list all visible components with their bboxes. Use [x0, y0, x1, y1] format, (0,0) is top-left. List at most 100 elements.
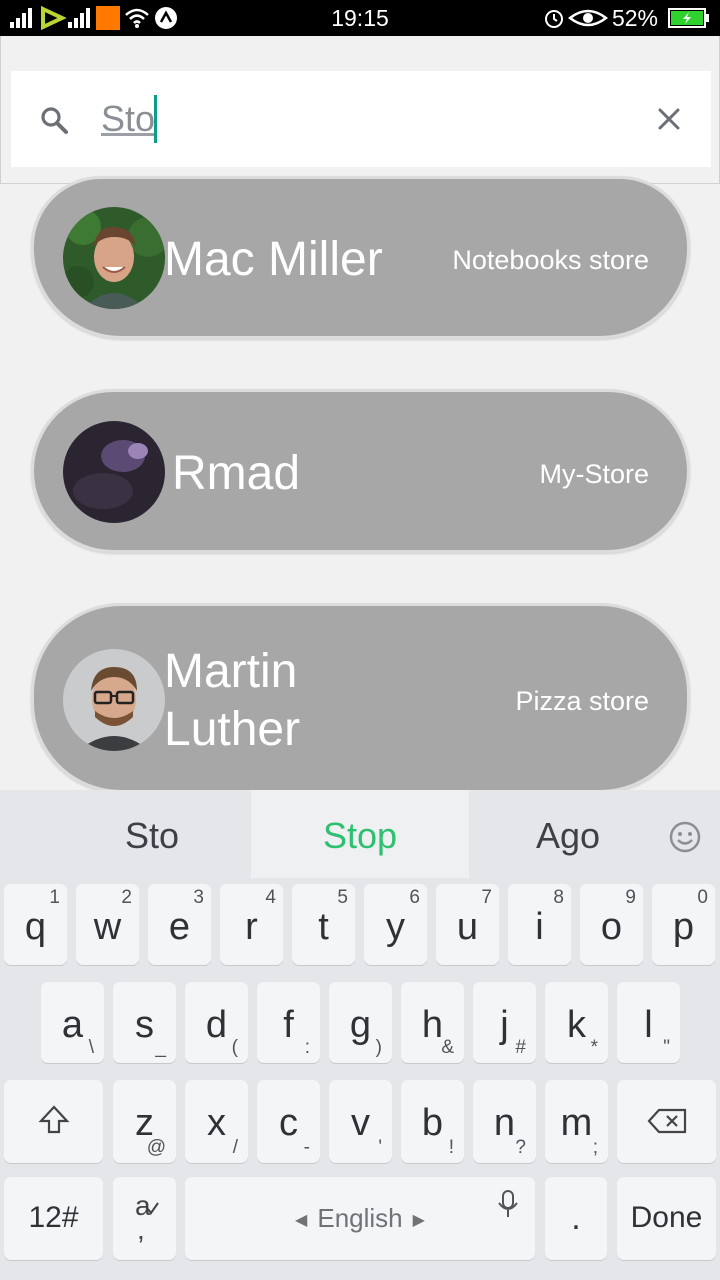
result-card[interactable]: Martin Luther Pizza store	[31, 603, 690, 793]
key-letter: q	[24, 906, 47, 948]
search-box[interactable]	[11, 71, 711, 167]
space-language: English	[317, 1203, 403, 1233]
microphone-icon	[498, 1190, 518, 1217]
language-switch-key[interactable]: a ,	[113, 1177, 176, 1260]
key-h[interactable]: h &	[401, 982, 464, 1063]
key-letter: o	[600, 906, 623, 948]
soft-keyboard: Sto Stop Ago q1w2e3r4t5y6u7i8o9p0 a \ s _ d(…	[0, 790, 720, 1280]
key-l[interactable]: l "	[617, 982, 680, 1063]
done-key-label: Done	[630, 1201, 703, 1234]
suggestion-item[interactable]: Sto	[44, 790, 260, 878]
key-secondary: 7	[481, 887, 492, 908]
key-i[interactable]: i8	[508, 884, 571, 965]
key-secondary: \	[88, 1037, 94, 1058]
chevron-right-icon: ▶	[412, 1212, 425, 1230]
key-t[interactable]: t5	[292, 884, 355, 965]
key-secondary: &	[441, 1037, 454, 1058]
key-secondary: 2	[121, 887, 132, 908]
key-secondary: 3	[193, 887, 204, 908]
key-r[interactable]: r4	[220, 884, 283, 965]
key-letter: m	[560, 1102, 593, 1144]
key-secondary: 9	[625, 887, 636, 908]
key-letter: b	[421, 1102, 444, 1144]
eye-icon	[568, 9, 608, 27]
clear-search-icon[interactable]	[657, 107, 681, 131]
key-a[interactable]: a \	[41, 982, 104, 1063]
key-v[interactable]: v '	[329, 1080, 392, 1163]
screen: 19:15 52% Sto Mac Miller Notebooks store…	[0, 0, 720, 1280]
search-input[interactable]	[101, 93, 621, 145]
result-card[interactable]: Mac Miller Notebooks store	[31, 176, 690, 339]
key-secondary: /	[232, 1137, 238, 1158]
key-d[interactable]: d(	[185, 982, 248, 1063]
key-x[interactable]: x /	[185, 1080, 248, 1163]
key-q[interactable]: q1	[4, 884, 67, 965]
key-letter: k	[567, 1004, 586, 1046]
key-m[interactable]: m;	[545, 1080, 608, 1163]
shift-icon	[38, 1105, 70, 1134]
backspace-key[interactable]	[617, 1080, 716, 1163]
key-j[interactable]: j #	[473, 982, 536, 1063]
shift-key[interactable]	[4, 1080, 103, 1163]
key-u[interactable]: u7	[436, 884, 499, 965]
key-secondary: )	[375, 1037, 382, 1058]
contact-name: Rmad	[172, 447, 301, 500]
key-letter: n	[493, 1102, 516, 1144]
man-with-glasses-avatar	[63, 649, 165, 751]
key-s[interactable]: s _	[113, 982, 176, 1063]
key-secondary: 1	[49, 887, 60, 908]
key-p[interactable]: p0	[652, 884, 715, 965]
key-secondary: 0	[697, 887, 708, 908]
key-secondary: 4	[265, 887, 276, 908]
key-secondary: "	[663, 1037, 670, 1058]
space-key-label: ◀ English ▶	[185, 1203, 535, 1234]
space-key[interactable]: ◀ English ▶	[185, 1177, 535, 1260]
store-name: Notebooks store	[452, 245, 649, 275]
result-card[interactable]: Rmad My-Store	[31, 389, 690, 553]
contact-name: Mac Miller	[164, 233, 383, 286]
man-smiling-avatar	[63, 207, 165, 309]
key-letter: s	[135, 1004, 154, 1046]
search-icon	[41, 107, 68, 134]
numbers-key-label: 12#	[28, 1201, 79, 1234]
key-e[interactable]: e3	[148, 884, 211, 965]
key-secondary: '	[378, 1137, 382, 1158]
key-y[interactable]: y6	[364, 884, 427, 965]
key-letter: u	[456, 906, 479, 948]
key-letter: i	[535, 906, 544, 948]
key-k[interactable]: k *	[545, 982, 608, 1063]
key-letter: y	[386, 906, 405, 948]
period-key-label: .	[571, 1199, 581, 1237]
key-letter: d	[205, 1004, 228, 1046]
key-secondary: _	[155, 1037, 166, 1058]
key-b[interactable]: b!	[401, 1080, 464, 1163]
svg-text:,: ,	[137, 1214, 145, 1245]
key-z[interactable]: z @	[113, 1080, 176, 1163]
battery-icon	[668, 8, 709, 28]
key-secondary: (	[231, 1037, 238, 1058]
done-key[interactable]: Done	[617, 1177, 716, 1260]
key-secondary: 8	[553, 887, 564, 908]
emoji-icon[interactable]	[668, 820, 702, 854]
key-secondary: ?	[515, 1137, 526, 1158]
key-f[interactable]: f:	[257, 982, 320, 1063]
key-letter: p	[672, 906, 695, 948]
key-letter: w	[93, 906, 122, 948]
key-g[interactable]: g)	[329, 982, 392, 1063]
numbers-key[interactable]: 12#	[4, 1177, 103, 1260]
key-letter: l	[644, 1004, 653, 1046]
key-o[interactable]: o9	[580, 884, 643, 965]
language-switch-icon: a ,	[135, 1191, 159, 1245]
period-key[interactable]: .	[545, 1177, 607, 1260]
key-letter: e	[168, 906, 191, 948]
key-secondary: 5	[337, 887, 348, 908]
suggestion-item[interactable]: Ago	[460, 790, 676, 878]
key-secondary: -	[303, 1137, 310, 1158]
contact-name-line2: Luther	[164, 703, 301, 756]
key-c[interactable]: c-	[257, 1080, 320, 1163]
key-w[interactable]: w2	[76, 884, 139, 965]
suggestion-item-primary[interactable]: Stop	[251, 790, 469, 878]
key-secondary: :	[304, 1037, 310, 1058]
key-n[interactable]: n?	[473, 1080, 536, 1163]
contact-name: Martin	[164, 645, 298, 698]
